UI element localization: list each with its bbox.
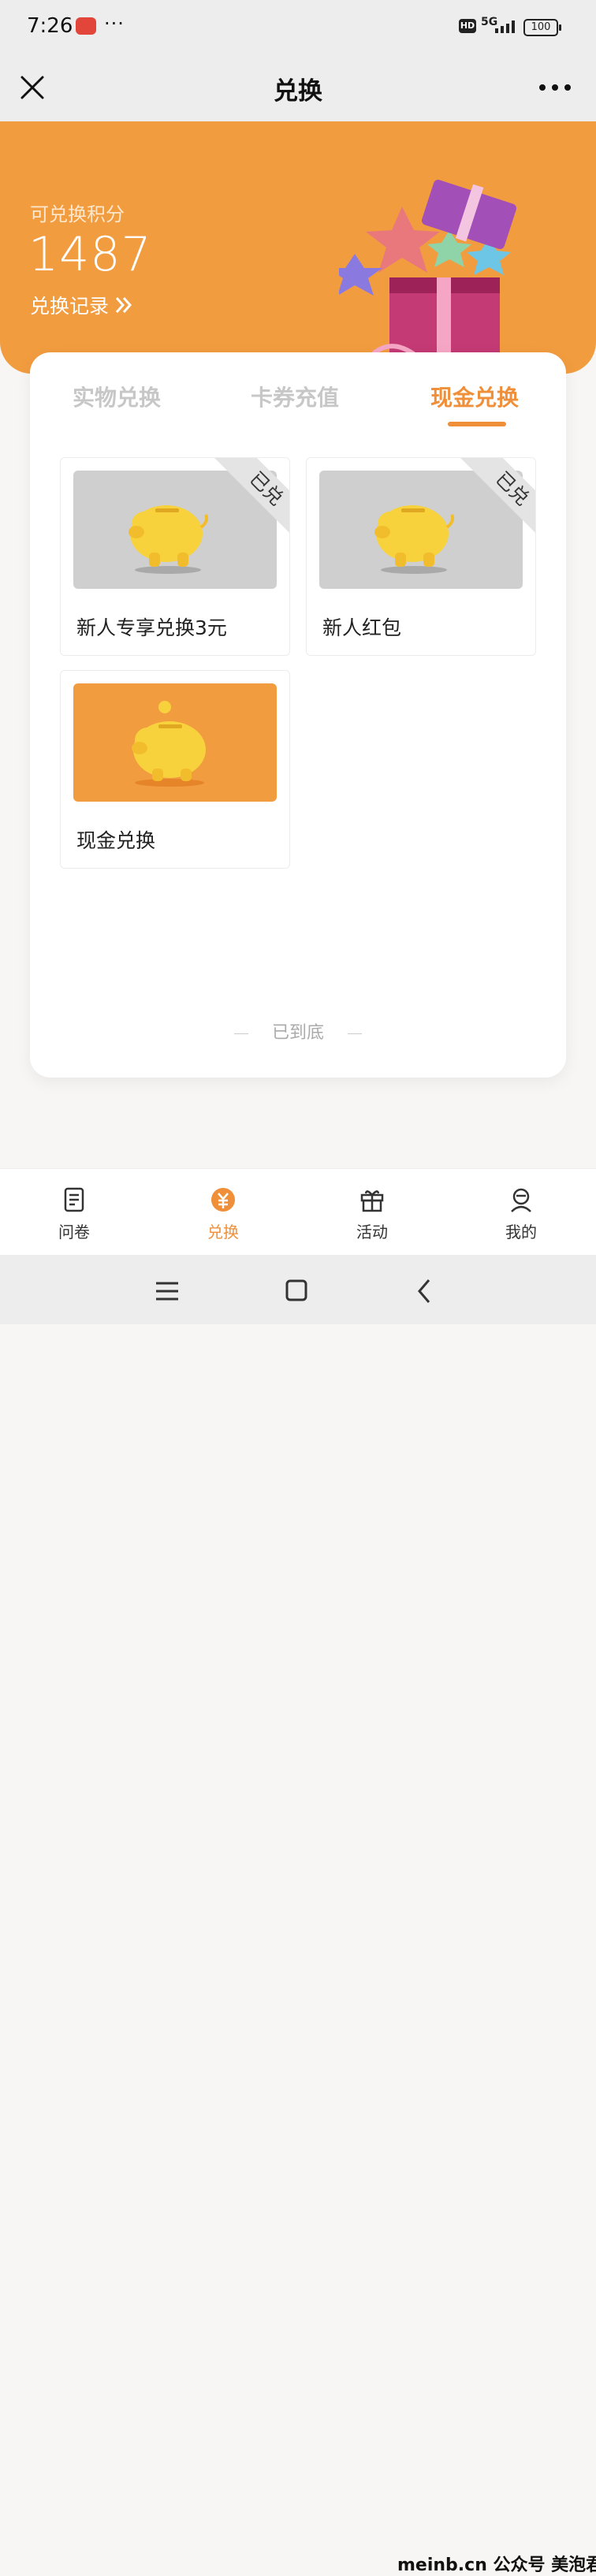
watermark-text: meinb.cn 公众号 美泡君 [397,2556,596,2575]
exchange-card: 实物兑换 卡券充值 现金兑换 已兑 新人专享兑换3元 已兑 新人红包 现金兑换 … [30,352,566,1078]
menu-icon[interactable] [151,1277,183,1305]
reward-name: 新人专享兑换3元 [76,616,227,639]
tab-voucher-recharge[interactable]: 卡券充值 [251,381,339,412]
exchange-icon [211,1188,235,1212]
page-title: 兑换 [274,77,322,106]
points-value: 1487 [28,227,152,282]
profile-icon [511,1188,531,1212]
reward-tile[interactable]: 现金兑换 [60,670,290,869]
reward-thumbnail [73,683,277,802]
back-icon[interactable] [410,1277,441,1305]
exchange-record-label: 兑换记录 [30,295,110,318]
divider [348,1033,362,1034]
gift-box-illustration [339,180,517,367]
top-nav-bar: 兑换 [0,55,596,122]
divider [233,1033,248,1034]
exchange-tabs: 实物兑换 卡券充值 现金兑换 [30,352,566,431]
tabbar-label: 我的 [505,1223,537,1241]
tabbar-item-survey[interactable]: 问卷 [27,1186,121,1242]
battery-icon: 100 [523,19,561,36]
points-banner: 可兑换积分 1487 兑换记录 [0,121,596,374]
tabbar-label: 兑换 [207,1223,239,1241]
gift-icon [360,1190,384,1212]
reward-name: 新人红包 [322,616,402,639]
more-options-icon[interactable] [538,76,572,99]
exchange-record-link[interactable]: 兑换记录 [30,291,134,319]
list-end-text: 已到底 [271,1023,324,1043]
app-notification-icon [76,17,96,35]
reward-name: 现金兑换 [76,829,156,852]
survey-icon [64,1187,84,1212]
piggy-bank-icon [132,701,206,787]
signal-icon [495,20,515,33]
tabbar-item-exchange[interactable]: 兑换 [176,1186,270,1242]
home-icon[interactable] [281,1277,312,1305]
status-more-notifications: ··· [104,13,125,35]
status-bar: 7:26 ··· HD 5G 100 [0,0,596,55]
active-tab-indicator [448,422,506,426]
double-chevron-right-icon [115,297,132,313]
points-label: 可兑换积分 [30,203,125,225]
tabbar-item-activity[interactable]: 活动 [325,1186,419,1242]
system-navigation-bar: meinb.cn 公众号 美泡君 [0,1255,596,2575]
bottom-tab-bar: 问卷 兑换 活动 我的 [0,1168,596,1256]
status-time: 7:26 [27,14,73,38]
tab-cash-exchange[interactable]: 现金兑换 [430,381,519,412]
hd-icon: HD [459,19,476,33]
list-end-indicator: 已到底 [30,1018,566,1044]
tabbar-label: 问卷 [58,1223,90,1241]
reward-tile[interactable]: 已兑 新人红包 [306,457,536,656]
reward-tile[interactable]: 已兑 新人专享兑换3元 [60,457,290,656]
tab-physical-exchange[interactable]: 实物兑换 [73,381,161,412]
tabbar-item-profile[interactable]: 我的 [474,1186,568,1242]
tabbar-label: 活动 [356,1223,388,1241]
